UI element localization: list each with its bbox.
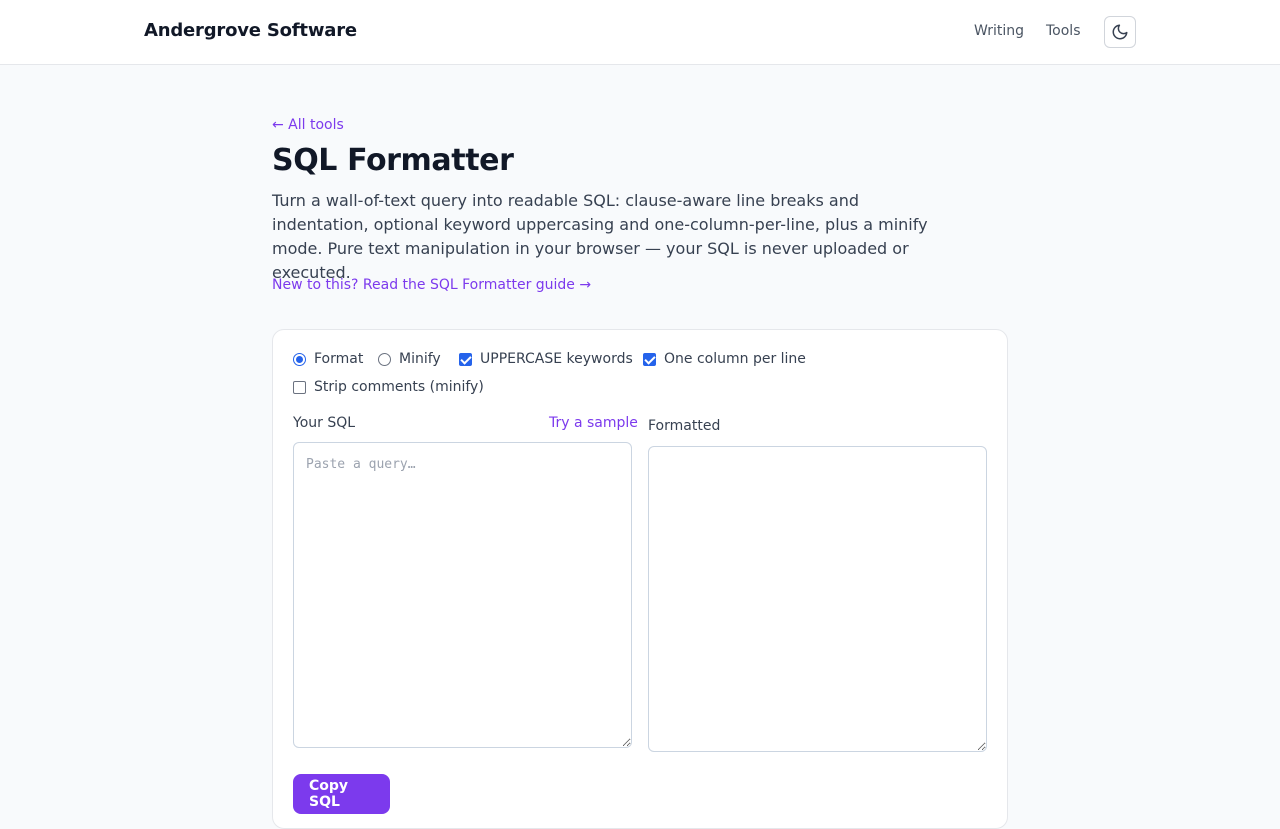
- uppercase-keywords-checkbox[interactable]: [459, 352, 472, 366]
- page-title: SQL Formatter: [272, 143, 514, 178]
- nav-writing-link[interactable]: Writing: [974, 23, 1024, 39]
- one-column-option[interactable]: One column per line: [643, 351, 806, 367]
- moon-icon: [1112, 24, 1128, 40]
- formatted-output-textarea[interactable]: [648, 446, 987, 752]
- one-column-label: One column per line: [664, 351, 806, 367]
- format-radio[interactable]: [293, 352, 306, 366]
- brand-link[interactable]: Andergrove Software: [144, 20, 357, 41]
- input-label: Your SQL: [293, 415, 356, 431]
- strip-comments-option[interactable]: Strip comments (minify): [293, 379, 484, 395]
- strip-comments-checkbox[interactable]: [293, 380, 306, 394]
- format-radio-label: Format: [314, 351, 364, 367]
- sql-input-textarea[interactable]: [293, 442, 632, 748]
- uppercase-keywords-label: UPPERCASE keywords: [480, 351, 633, 367]
- nav-tools-link[interactable]: Tools: [1046, 23, 1081, 39]
- minify-radio-label: Minify: [399, 351, 441, 367]
- copy-sql-button[interactable]: Copy SQL: [293, 774, 390, 814]
- one-column-checkbox[interactable]: [643, 352, 656, 366]
- theme-toggle-button[interactable]: [1104, 16, 1136, 48]
- format-mode-option[interactable]: Format: [293, 351, 363, 367]
- output-label: Formatted: [648, 418, 721, 434]
- formatter-guide-link[interactable]: New to this? Read the SQL Formatter guid…: [272, 277, 591, 293]
- try-sample-link[interactable]: Try a sample: [549, 415, 638, 431]
- all-tools-back-link[interactable]: ← All tools: [272, 117, 344, 133]
- tool-description: Turn a wall-of-text query into readable …: [272, 191, 928, 282]
- minify-radio[interactable]: [378, 352, 391, 366]
- strip-comments-label: Strip comments (minify): [314, 379, 484, 395]
- top-navigation-bar: Andergrove Software Writing Tools: [0, 0, 1280, 65]
- minify-mode-option[interactable]: Minify: [378, 351, 441, 367]
- uppercase-keywords-option[interactable]: UPPERCASE keywords: [459, 351, 633, 367]
